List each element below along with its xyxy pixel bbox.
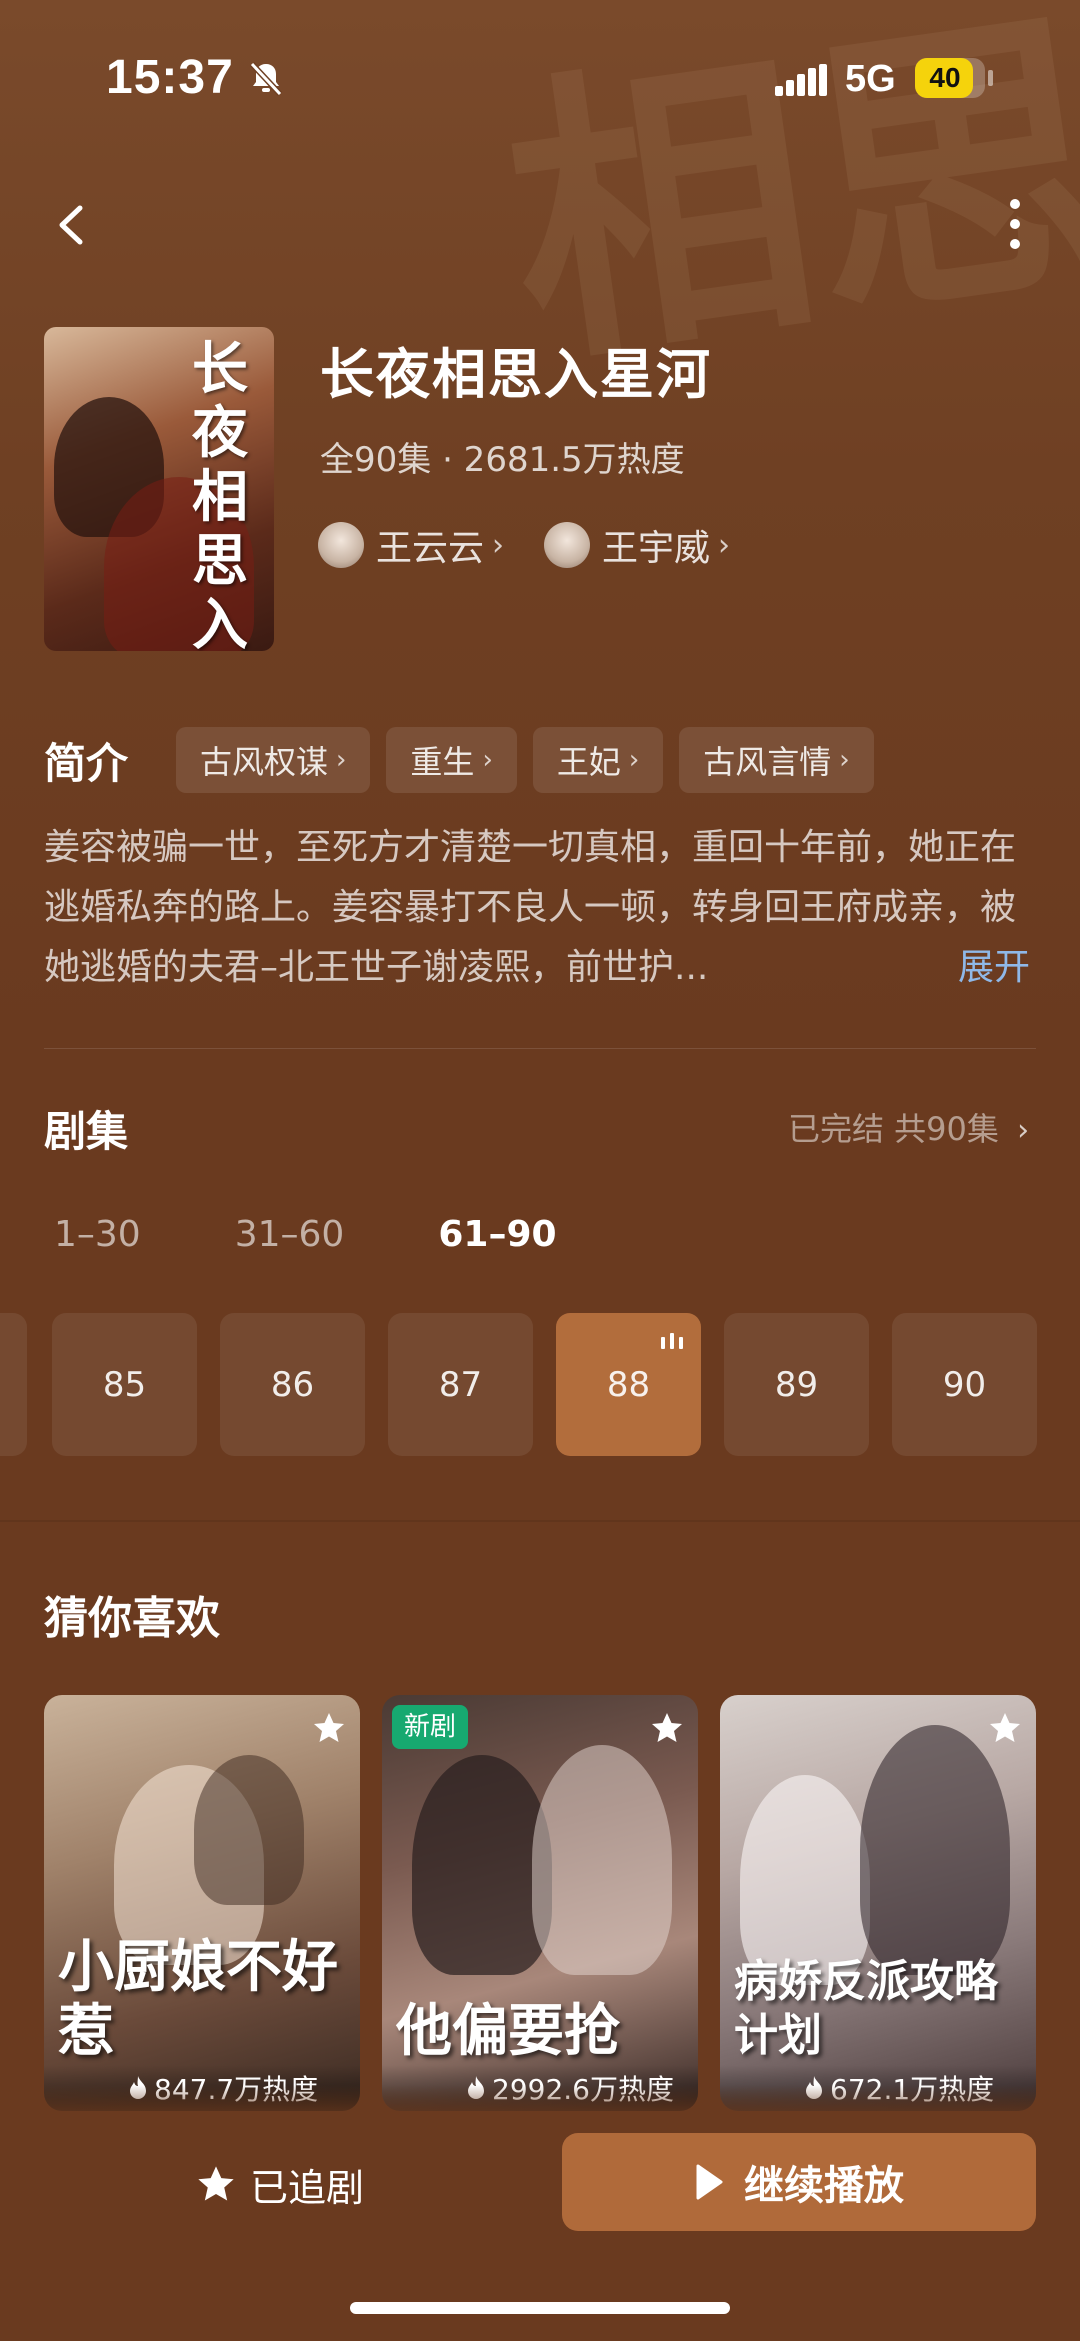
status-bar: 15:37 5G 40 xyxy=(0,0,1080,160)
chevron-right-icon: › xyxy=(336,745,347,775)
more-vertical-icon xyxy=(1010,199,1020,249)
play-icon xyxy=(696,2164,723,2200)
bell-muted-icon xyxy=(249,61,283,97)
tag-list: 古风权谋 › 重生 › 王妃 › 古风言情 › xyxy=(176,727,890,793)
intro-description: 姜容被骗一世，至死方才清楚一切真相，重回十年前，她正在逃婚私奔的路上。姜容暴打不… xyxy=(44,827,1017,988)
more-button[interactable] xyxy=(990,190,1040,260)
follow-button[interactable]: 已追剧 xyxy=(196,2152,364,2216)
star-icon[interactable] xyxy=(650,1711,684,1745)
drama-detail-screen: 相思 15:37 5G 40 长夜相思入 长夜相思入星河 全90集 · 2681… xyxy=(0,0,1080,2341)
avatar xyxy=(544,522,591,568)
episode-button-current[interactable]: 88 xyxy=(556,1313,701,1456)
new-badge: 新剧 xyxy=(392,1705,469,1749)
episode-button-partial[interactable] xyxy=(0,1313,27,1456)
poster-calligraphy: 长夜相思入星河 xyxy=(192,336,248,651)
actor-list: 王云云 › 王宇威 › xyxy=(318,518,770,572)
episodes-summary: 已完结 共90集 xyxy=(788,1110,999,1148)
play-label: 继续播放 xyxy=(744,2163,904,2209)
home-indicator[interactable] xyxy=(350,2302,730,2314)
section-separator xyxy=(0,1520,1080,1522)
drama-title: 长夜相思入星河 xyxy=(320,343,712,406)
back-button[interactable] xyxy=(44,190,104,260)
episode-grid: 85 86 87 88 89 90 xyxy=(0,1313,1080,1456)
tag-label: 重生 xyxy=(410,743,475,781)
episode-button[interactable]: 87 xyxy=(388,1313,533,1456)
drama-poster[interactable]: 长夜相思入星河 xyxy=(44,327,274,651)
chevron-right-icon: › xyxy=(1017,1113,1030,1148)
battery-level: 40 xyxy=(929,62,961,93)
episode-number: 88 xyxy=(606,1364,651,1405)
card-figure xyxy=(194,1755,304,1905)
actor-name: 王宇威 xyxy=(602,528,711,569)
card-title-calligraphy: 他偏要抢 xyxy=(396,1998,620,2064)
chevron-right-icon: › xyxy=(839,745,850,775)
battery-tip xyxy=(988,70,993,86)
now-playing-icon xyxy=(661,1333,683,1349)
actor-chip[interactable]: 王云云 › xyxy=(318,519,504,571)
range-tab-active[interactable]: 61–90 xyxy=(438,1214,556,1255)
star-icon[interactable] xyxy=(312,1711,346,1745)
recommendation-card[interactable]: 病娇反派攻略计划 672.1万热度 xyxy=(720,1695,1036,2111)
chevron-right-icon: › xyxy=(628,745,640,775)
episodes-heading: 剧集 xyxy=(44,1107,129,1156)
episode-button[interactable]: 85 xyxy=(52,1313,197,1456)
episode-button[interactable]: 90 xyxy=(892,1313,1037,1456)
chevron-right-icon: › xyxy=(492,527,505,563)
divider xyxy=(44,1048,1036,1049)
genre-tag[interactable]: 古风言情 › xyxy=(679,727,874,793)
card-title-calligraphy: 病娇反派攻略计划 xyxy=(734,1956,998,2061)
tag-label: 王妃 xyxy=(556,743,621,781)
episodes-summary-link[interactable]: 已完结 共90集 › xyxy=(788,1104,1029,1150)
tag-label: 古风言情 xyxy=(703,743,832,781)
recommendations-heading: 猜你喜欢 xyxy=(44,1593,220,1644)
genre-tag[interactable]: 王妃 › xyxy=(532,727,664,793)
signal-icon xyxy=(775,64,827,96)
tag-label: 古风权谋 xyxy=(200,743,329,781)
episode-button[interactable]: 86 xyxy=(220,1313,365,1456)
genre-tag[interactable]: 古风权谋 › xyxy=(176,727,371,793)
card-figure xyxy=(532,1745,672,1975)
range-tab[interactable]: 31–60 xyxy=(235,1214,345,1255)
actor-chip[interactable]: 王宇威 › xyxy=(544,519,730,571)
card-figure xyxy=(740,1775,870,1985)
card-title-calligraphy: 小厨娘不好惹 xyxy=(58,1934,338,2064)
chevron-right-icon: › xyxy=(482,745,493,775)
episode-range-tabs: 1–30 31–60 61–90 xyxy=(54,1214,651,1255)
continue-play-button[interactable]: 继续播放 xyxy=(562,2133,1036,2231)
star-icon xyxy=(198,2166,234,2201)
card-figure xyxy=(412,1755,552,1975)
drama-meta: 全90集 · 2681.5万热度 xyxy=(320,440,685,480)
follow-label: 已追剧 xyxy=(250,2165,365,2210)
recommendation-card[interactable]: 小厨娘不好惹 847.7万热度 xyxy=(44,1695,360,2111)
episode-button[interactable]: 89 xyxy=(724,1313,869,1456)
range-tab[interactable]: 1–30 xyxy=(54,1214,141,1255)
intro-heading: 简介 xyxy=(44,739,129,788)
star-icon[interactable] xyxy=(988,1711,1022,1745)
expand-link[interactable]: 展开 xyxy=(958,938,1030,998)
chevron-left-icon xyxy=(59,205,83,245)
avatar xyxy=(318,522,364,568)
network-label: 5G xyxy=(845,58,896,100)
battery-icon: 40 xyxy=(915,58,985,98)
status-time: 15:37 xyxy=(106,51,234,104)
card-figure xyxy=(860,1725,1010,1975)
genre-tag[interactable]: 重生 › xyxy=(386,727,517,793)
recommendation-card[interactable]: 新剧 他偏要抢 2992.6万热度 xyxy=(382,1695,698,2111)
chevron-right-icon: › xyxy=(718,527,731,563)
actor-name: 王云云 xyxy=(376,528,485,569)
